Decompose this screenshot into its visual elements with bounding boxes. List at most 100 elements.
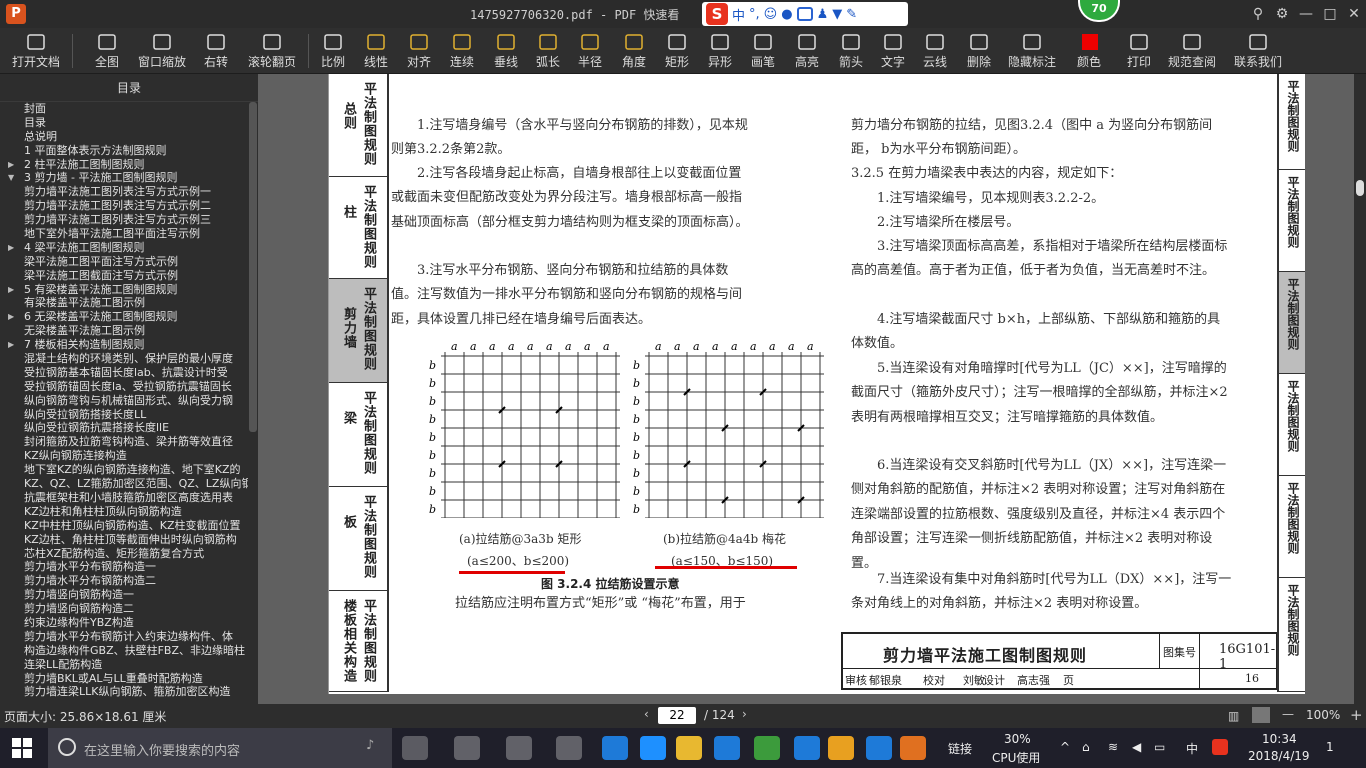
windows-start-icon[interactable]	[12, 738, 32, 758]
zoom-in-button[interactable]: +	[1350, 706, 1363, 724]
toc-item[interactable]: KZ纵向钢筋连接构造	[0, 449, 248, 463]
toc-item[interactable]: 地下室KZ的纵向钢筋连接构造、地下室KZ的	[0, 463, 248, 477]
tool-4[interactable]: 滚轮翻页	[246, 28, 298, 74]
minimize-button[interactable]: —	[1296, 4, 1316, 24]
toc-item[interactable]: 梁平法施工图平面注写方式示例	[0, 255, 248, 269]
tool-17[interactable]: 箭头	[836, 28, 866, 74]
right-section-tab[interactable]: 平法制图规则	[1279, 578, 1305, 692]
toc-item[interactable]: 目录	[0, 116, 248, 130]
left-section-tab[interactable]: 平法制图规则 剪力墙	[329, 279, 387, 383]
scroll-thumb[interactable]	[1356, 180, 1364, 196]
tool-9[interactable]: 垂线	[492, 28, 520, 74]
shirt-icon[interactable]: ▼	[832, 7, 842, 22]
ime-lang[interactable]: 中	[732, 5, 745, 24]
app-bag-icon[interactable]	[866, 736, 892, 760]
toc-expand-icon[interactable]: ▶	[8, 310, 14, 324]
toc-item[interactable]: ▶ 4 梁平法施工图制图规则	[0, 241, 248, 255]
sync-icon[interactable]	[556, 736, 582, 760]
tool-6[interactable]: 线性	[362, 28, 390, 74]
left-section-tab[interactable]: 平法制图规则 总则	[329, 74, 387, 177]
tool-16[interactable]: 高亮	[792, 28, 822, 74]
clock-time[interactable]: 10:34	[1262, 732, 1297, 746]
toc-item[interactable]: ▶ 7 楼板相关构造制图规则	[0, 338, 248, 352]
toc-item[interactable]: 约束边缘构件YBZ构造	[0, 616, 248, 630]
tool-3[interactable]: 右转	[200, 28, 232, 74]
ime-toolbar[interactable]: S 中 °, ☺ ● ♟ ▼ ✎	[702, 2, 908, 26]
mic-icon[interactable]: ♪	[366, 738, 374, 753]
tool-22[interactable]: 颜色	[1074, 28, 1104, 74]
keyboard-icon[interactable]: ▭	[1154, 740, 1165, 754]
toc-item[interactable]: 受拉钢筋锚固长度la、受拉钢筋抗震锚固长	[0, 380, 248, 394]
tool-25[interactable]: 联系我们	[1232, 28, 1284, 74]
settings-icon[interactable]: ⚙	[1272, 4, 1292, 24]
tool-19[interactable]: 云线	[920, 28, 950, 74]
right-section-tab[interactable]: 平法制图规则	[1279, 374, 1305, 476]
app-g-icon[interactable]	[714, 736, 740, 760]
toc-item[interactable]: 地下室外墙平法施工图平面注写示例	[0, 227, 248, 241]
zoom-level[interactable]: 100%	[1306, 708, 1340, 722]
tool-10[interactable]: 弧长	[534, 28, 562, 74]
toc-item[interactable]: 总说明	[0, 130, 248, 144]
tool-20[interactable]: 删除	[964, 28, 994, 74]
tray-up-arrow-icon[interactable]: ^	[1060, 740, 1070, 754]
tool-5[interactable]: 比例	[318, 28, 348, 74]
fan-app-icon[interactable]	[454, 736, 480, 760]
toc-item[interactable]: 剪力墙水平分布钢筋构造一	[0, 560, 248, 574]
tool-13[interactable]: 矩形	[662, 28, 692, 74]
toc-item[interactable]: 无梁楼盖平法施工图示例	[0, 324, 248, 338]
toc-item[interactable]: 梁平法施工图截面注写方式示例	[0, 269, 248, 283]
left-section-tab[interactable]: 平法制图规则 楼板相关构造	[329, 591, 387, 692]
toc-expand-icon[interactable]: ▶	[8, 338, 14, 352]
ime-punct[interactable]: °,	[749, 7, 760, 22]
toc-item[interactable]: 剪力墙平法施工图列表注写方式示例一	[0, 185, 248, 199]
wifi-icon[interactable]: ≋	[1108, 740, 1118, 754]
toc-scrollbar[interactable]	[249, 102, 257, 432]
tool-7[interactable]: 对齐	[404, 28, 434, 74]
toc-item[interactable]: 1 平面整体表示方法制图规则	[0, 144, 248, 158]
toc-item[interactable]: 有梁楼盖平法施工图示例	[0, 296, 248, 310]
pdf-app-icon[interactable]	[900, 736, 926, 760]
toc-item[interactable]: 剪力墙水平分布钢筋构造二	[0, 574, 248, 588]
view-columns-icon[interactable]: ▥	[1228, 709, 1239, 723]
toc-item[interactable]: KZ中柱柱顶纵向钢筋构造、KZ柱变截面位置	[0, 519, 248, 533]
toc-item[interactable]: 封闭箍筋及拉筋弯钩构造、梁并筋等效直径	[0, 435, 248, 449]
user-icon[interactable]: ⚲	[1248, 4, 1268, 24]
emoji-icon[interactable]: ☺	[764, 7, 778, 22]
mic-icon[interactable]: ●	[781, 7, 792, 22]
volume-icon[interactable]: ◀	[1132, 740, 1141, 754]
wrench-icon[interactable]: ✎	[846, 7, 857, 22]
toc-item[interactable]: 芯柱XZ配筋构造、矩形箍筋复合方式	[0, 547, 248, 561]
toc-item[interactable]: 受拉钢筋基本锚固长度lab、抗震设计时受	[0, 366, 248, 380]
next-page-button[interactable]: ›	[742, 707, 747, 721]
toc-item[interactable]: 纵向钢筋弯钩与机械锚固形式、纵向受力钢	[0, 394, 248, 408]
prev-page-button[interactable]: ‹	[644, 707, 649, 721]
toc-item[interactable]: ▶ 2 柱平法施工图制图规则	[0, 158, 248, 172]
right-section-tab[interactable]: 平法制图规则	[1279, 272, 1305, 374]
toc-expand-icon[interactable]: ▶	[8, 241, 14, 255]
tool-8[interactable]: 连续	[446, 28, 478, 74]
toc-item[interactable]: 剪力墙连梁LLK纵向钢筋、箍筋加密区构造	[0, 685, 248, 699]
tool-24[interactable]: 规范查阅	[1166, 28, 1218, 74]
app-green-icon[interactable]	[754, 736, 780, 760]
toc-item[interactable]: KZ、QZ、LZ箍筋加密区范围、QZ、LZ纵向钢	[0, 477, 248, 491]
tool-15[interactable]: 画笔	[748, 28, 778, 74]
toc-item[interactable]: 剪力墙竖向钢筋构造一	[0, 588, 248, 602]
tool-12[interactable]: 角度	[620, 28, 648, 74]
network-icon[interactable]: ⌂	[1082, 740, 1090, 754]
toc-item[interactable]: 混凝土结构的环境类别、保护层的最小厚度	[0, 352, 248, 366]
explorer-icon[interactable]	[676, 736, 702, 760]
page-number-input[interactable]: 22	[658, 707, 696, 724]
task-view-icon[interactable]	[402, 736, 428, 760]
tool-1[interactable]: 全图	[92, 28, 122, 74]
toc-expand-icon[interactable]: ▶	[8, 158, 14, 172]
toc-item[interactable]: KZ边柱、角柱柱顶等截面伸出时纵向钢筋构	[0, 533, 248, 547]
clock-date[interactable]: 2018/4/19	[1248, 749, 1310, 763]
toc-item[interactable]: 封面	[0, 102, 248, 116]
right-section-tab[interactable]: 平法制图规则	[1279, 476, 1305, 578]
tool-14[interactable]: 异形	[705, 28, 735, 74]
notification-icon[interactable]: 1	[1326, 740, 1334, 754]
toc-expand-icon[interactable]: ▼	[8, 171, 14, 185]
view-single-icon[interactable]	[1252, 707, 1270, 723]
toc-item[interactable]: 剪力墙平法施工图列表注写方式示例二	[0, 199, 248, 213]
notes-icon[interactable]	[828, 736, 854, 760]
